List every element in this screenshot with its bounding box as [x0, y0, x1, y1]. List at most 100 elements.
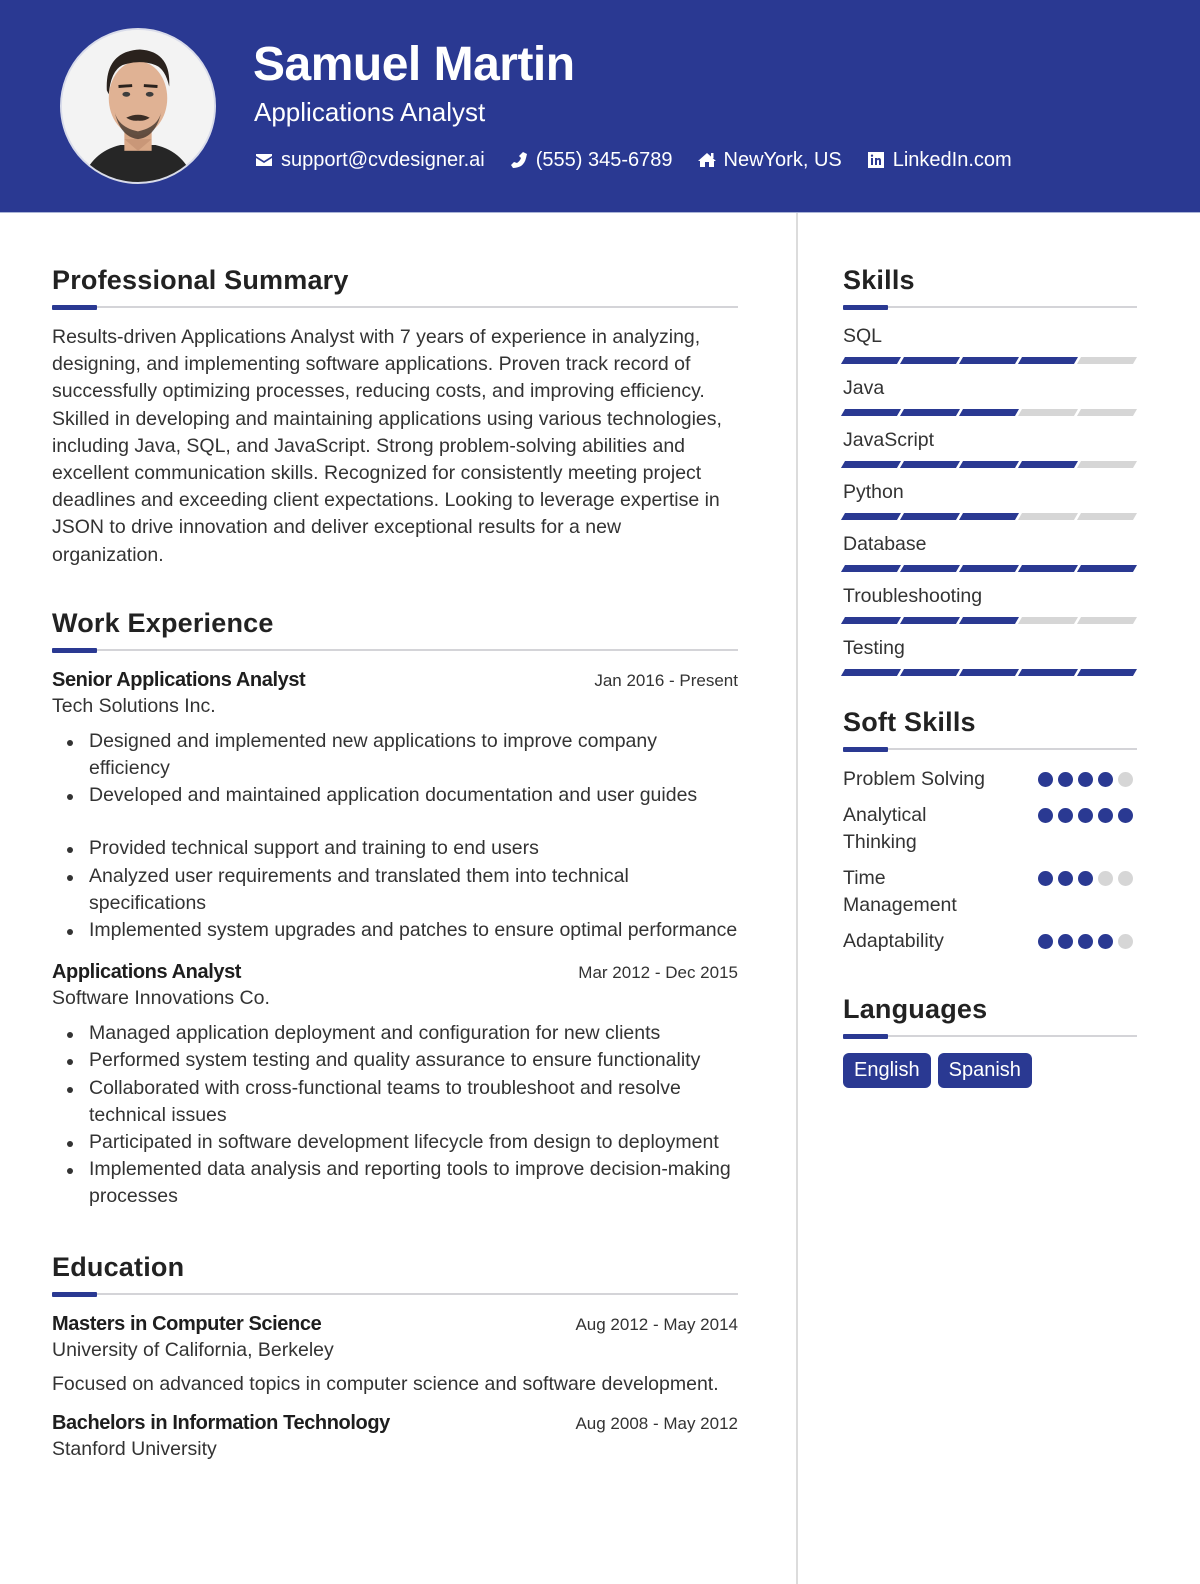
- list-item: Analyzed user requirements and translate…: [52, 863, 738, 917]
- rating-dot-filled: [1038, 772, 1053, 787]
- skill-segment-filled: [840, 409, 902, 416]
- summary-section: Professional Summary Results-driven Appl…: [52, 262, 738, 569]
- skill-segment-filled: [1017, 461, 1079, 468]
- contact-phone[interactable]: (555) 345-6789: [509, 149, 673, 172]
- rating-dot-filled: [1118, 808, 1133, 823]
- skill-name: JavaScript: [843, 429, 935, 451]
- list-item: Implemented data analysis and reporting …: [52, 1156, 738, 1210]
- skill-segment-filled: [840, 513, 902, 520]
- soft-skill-name: Analytical Thinking: [843, 804, 927, 853]
- skill-segment-filled: [840, 617, 902, 624]
- job-bullets: Managed application deployment and confi…: [52, 1020, 738, 1210]
- linkedin-icon: [866, 150, 886, 170]
- skill-name: SQL: [843, 325, 883, 347]
- skill-segment-empty: [1076, 357, 1138, 364]
- rating-dot-empty: [1118, 772, 1133, 787]
- candidate-name: Samuel Martin: [253, 38, 575, 91]
- rating-dot-filled: [1078, 772, 1093, 787]
- job-bullets: Designed and implemented new application…: [52, 728, 738, 944]
- contact-linkedin[interactable]: LinkedIn.com: [866, 149, 1012, 172]
- skill-level-bar: [840, 461, 1138, 468]
- rating-dot-filled: [1058, 871, 1073, 886]
- rating-dot-empty: [1098, 871, 1113, 886]
- skill-segment-empty: [1076, 617, 1138, 624]
- skill-segment-empty: [1017, 513, 1079, 520]
- contact-location: NewYork, US: [697, 149, 842, 172]
- rating-dot-filled: [1038, 871, 1053, 886]
- job-company: Tech Solutions Inc.: [52, 694, 216, 717]
- rating-dot-filled: [1078, 808, 1093, 823]
- profile-photo: [60, 28, 216, 184]
- skill-segment-filled: [899, 409, 961, 416]
- skill-segment-empty: [1076, 513, 1138, 520]
- job-title: Senior Applications Analyst: [52, 668, 306, 691]
- rating-dot-filled: [1098, 808, 1113, 823]
- section-divider: [843, 1033, 1137, 1039]
- soft-skill-rating: [1038, 808, 1133, 823]
- skill-segment-filled: [899, 565, 961, 572]
- envelope-icon: [254, 150, 274, 170]
- column-divider: [796, 213, 798, 1584]
- list-item: Developed and maintained application doc…: [52, 782, 738, 809]
- contact-email[interactable]: support@cvdesigner.ai: [254, 149, 485, 172]
- phone-icon: [509, 150, 529, 170]
- skill-segment-filled: [958, 357, 1020, 364]
- section-title: Skills: [843, 265, 915, 295]
- main-column: Professional Summary Results-driven Appl…: [52, 262, 738, 1462]
- school-name: Stanford University: [52, 1437, 217, 1460]
- section-divider: [52, 647, 738, 653]
- education-entry: Bachelors in Information Technology Aug …: [52, 1410, 738, 1462]
- skills-list: SQL Java JavaScript Python Database Troublesh…: [840, 324, 1138, 676]
- education-dates: Aug 2008 - May 2012: [575, 1413, 738, 1433]
- skill-level-bar: [840, 565, 1138, 572]
- section-divider: [843, 304, 1137, 310]
- soft-skill-name: Adaptability: [843, 930, 944, 952]
- skill-segment-empty: [1017, 409, 1079, 416]
- degree-title: Masters in Computer Science: [52, 1312, 322, 1335]
- skill-segment-filled: [899, 461, 961, 468]
- skill-segment-filled: [1017, 565, 1079, 572]
- skill-segment-filled: [899, 357, 961, 364]
- section-title: Work Experience: [52, 607, 274, 638]
- skill-name: Troubleshooting: [843, 585, 983, 607]
- degree-title: Bachelors in Information Technology: [52, 1411, 390, 1434]
- skill-segment-filled: [840, 669, 902, 676]
- skill-level-bar: [840, 617, 1138, 624]
- skill-level-bar: [840, 357, 1138, 364]
- person-photo-icon: [62, 30, 214, 182]
- soft-skills-section: Soft Skills Problem Solving Analytical Th…: [843, 704, 1137, 955]
- section-title: Soft Skills: [843, 707, 976, 737]
- education-entry: Masters in Computer Science Aug 2012 - M…: [52, 1311, 738, 1398]
- job-title: Applications Analyst: [52, 961, 242, 984]
- email-text: support@cvdesigner.ai: [281, 148, 485, 171]
- language-badge: Spanish: [937, 1053, 1032, 1088]
- section-title: Languages: [843, 994, 988, 1024]
- soft-skill-row: Adaptability: [843, 928, 1137, 955]
- rating-dot-filled: [1098, 934, 1113, 949]
- language-badge: English: [843, 1053, 931, 1088]
- section-title: Education: [52, 1251, 185, 1282]
- skill-name: Java: [843, 377, 885, 399]
- soft-skill-row: Analytical Thinking: [843, 802, 1137, 856]
- job-dates: Mar 2012 - Dec 2015: [578, 963, 738, 983]
- soft-skill-name: Problem Solving: [843, 768, 985, 790]
- sidebar-column: Skills SQL Java JavaScript Python Database Tr…: [840, 262, 1138, 1088]
- skill-segment-filled: [958, 565, 1020, 572]
- section-divider: [52, 1291, 738, 1297]
- rating-dot-empty: [1118, 871, 1133, 886]
- languages-section: Languages English Spanish: [843, 991, 1137, 1088]
- list-item: Provided technical support and training …: [52, 835, 738, 862]
- skill-level-bar: [840, 409, 1138, 416]
- rating-dot-filled: [1098, 772, 1113, 787]
- job-dates: Jan 2016 - Present: [594, 670, 738, 690]
- soft-skill-rating: [1038, 934, 1133, 949]
- rating-dot-filled: [1058, 772, 1073, 787]
- job-entry: Applications Analyst Mar 2012 - Dec 2015…: [52, 959, 738, 1210]
- resume-header: Samuel Martin Applications Analyst suppo…: [0, 0, 1200, 213]
- home-icon: [697, 150, 717, 170]
- skill-segment-filled: [840, 461, 902, 468]
- skill-segment-filled: [1017, 357, 1079, 364]
- job-company: Software Innovations Co.: [52, 987, 270, 1010]
- section-divider: [843, 746, 1137, 752]
- skill-segment-filled: [958, 409, 1020, 416]
